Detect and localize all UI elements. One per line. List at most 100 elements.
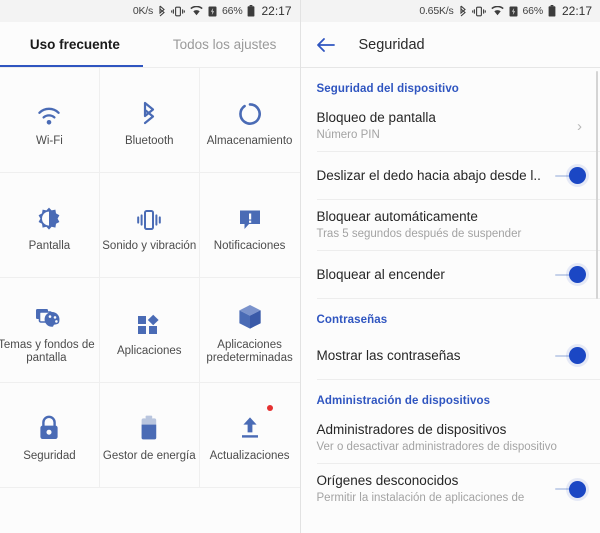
tab-active-indicator (0, 64, 143, 67)
row-deslizar-el-dedo[interactable]: Deslizar el dedo hacia abajo desde l.. (301, 152, 600, 199)
battery-percent-label: 66% (522, 5, 544, 17)
security-settings-panel: 0.65K/s 66% 22:17 Seguridad Seguridad de… (300, 0, 600, 533)
status-bar-left: 0K/s 66% 22:17 (0, 0, 300, 22)
battery-icon (548, 5, 556, 17)
switch-knob (569, 266, 586, 283)
storage-icon (238, 92, 262, 126)
sim-icon (509, 6, 518, 17)
row-texts: Bloquear automáticamente Tras 5 segundos… (317, 200, 522, 250)
grid-item-label: Bluetooth (124, 135, 174, 147)
toggle-switch-deslizar[interactable] (545, 167, 586, 184)
row-bloqueo-de-pantalla[interactable]: Bloqueo de pantalla Número PIN › (301, 101, 600, 151)
vibrate-icon (471, 6, 486, 17)
apps-icon (137, 302, 161, 336)
row-administradores-de-dispositivos[interactable]: Administradores de dispositivos Ver o de… (301, 413, 600, 463)
row-title: Bloquear automáticamente (316, 209, 478, 224)
grid-item-label: Aplicaciones predeterminadas (206, 338, 293, 364)
bluetooth-icon (459, 5, 467, 17)
grid-item-label: Actualizaciones (209, 450, 290, 462)
list-scrollbar[interactable] (596, 71, 598, 299)
app-bar: Seguridad (300, 22, 600, 67)
update-icon (237, 405, 273, 441)
switch-knob (569, 167, 586, 184)
row-title: Orígenes desconocidos (316, 473, 459, 488)
row-mostrar-las-contrasenas[interactable]: Mostrar las contraseñas (301, 332, 600, 379)
wifi-icon (490, 6, 504, 16)
back-arrow-icon[interactable] (315, 34, 337, 56)
grid-item-gestor-de-energia[interactable]: Gestor de energía (99, 383, 200, 488)
chevron-right-icon: › (577, 117, 582, 135)
bluetooth-icon (158, 5, 166, 17)
grid-item-seguridad[interactable]: Seguridad (0, 383, 100, 488)
wifi-icon (190, 6, 203, 16)
brightness-icon (37, 197, 61, 231)
security-settings-list[interactable]: Seguridad del dispositivo Bloqueo de pan… (300, 68, 600, 533)
grid-item-label: Sonido y vibración (102, 240, 197, 252)
settings-home-panel: 0K/s 66% 22:17 Uso frecuente Todos los a… (0, 0, 301, 533)
row-bloquear-automaticamente[interactable]: Bloquear automáticamente Tras 5 segundos… (301, 200, 600, 250)
page-title: Seguridad (358, 36, 425, 53)
box-icon (238, 296, 262, 330)
grid-item-label: Temas y fondos de pantalla (0, 338, 95, 364)
grid-item-label: Notificaciones (213, 240, 286, 252)
clock-label: 22:17 (561, 4, 592, 18)
battery-percent-label: 66% (222, 5, 243, 17)
row-texts: Mostrar las contraseñas (317, 339, 461, 372)
grid-item-label: Almacenamiento (206, 135, 293, 147)
row-texts: Orígenes desconocidos Permitir la instal… (317, 464, 525, 514)
grid-item-label: Gestor de energía (102, 450, 196, 462)
row-title: Mostrar las contraseñas (316, 348, 461, 363)
grid-item-notificaciones[interactable]: Notificaciones (199, 173, 300, 278)
grid-item-almacenamiento[interactable]: Almacenamiento (199, 68, 300, 173)
grid-item-aplicaciones[interactable]: Aplicaciones (99, 278, 200, 383)
grid-item-actualizaciones[interactable]: Actualizaciones (199, 383, 300, 488)
row-origenes-desconocidos[interactable]: Orígenes desconocidos Permitir la instal… (301, 464, 600, 514)
network-speed-label: 0K/s (132, 5, 154, 17)
section-header-administracion-dispositivos: Administración de dispositivos (316, 395, 491, 407)
grid-item-temas-y-fondos[interactable]: Temas y fondos de pantalla (0, 278, 100, 383)
sim-icon (208, 6, 217, 17)
update-badge-dot (266, 405, 273, 411)
dual-screenshot: 0K/s 66% 22:17 Uso frecuente Todos los a… (0, 0, 600, 533)
tab-uso-frecuente[interactable]: Uso frecuente (0, 22, 150, 67)
toggle-switch-bloquear-al-encender[interactable] (545, 266, 586, 283)
grid-item-sonido-y-vibracion[interactable]: Sonido y vibración (99, 173, 200, 278)
row-texts: Deslizar el dedo hacia abajo desde l.. (317, 159, 541, 192)
toggle-switch-origenes-desconocidos[interactable] (545, 480, 586, 498)
section-header-seguridad-dispositivo: Seguridad del dispositivo (316, 83, 459, 95)
row-title: Bloqueo de pantalla (316, 110, 436, 125)
row-subtitle: Ver o desactivar administradores de disp… (316, 441, 557, 453)
tab-todos-los-ajustes[interactable]: Todos los ajustes (150, 22, 300, 67)
network-speed-label: 0.65K/s (419, 5, 454, 17)
notification-icon (238, 197, 262, 231)
row-texts: Bloqueo de pantalla Número PIN (317, 101, 436, 151)
row-bloquear-al-encender[interactable]: Bloquear al encender (301, 251, 600, 298)
row-texts: Administradores de dispositivos Ver o de… (317, 413, 557, 463)
toggle-switch-mostrar-contrasenas[interactable] (545, 347, 586, 364)
row-subtitle: Tras 5 segundos después de suspender (316, 228, 522, 240)
row-title: Deslizar el dedo hacia abajo desde l.. (316, 168, 541, 183)
switch-knob (569, 480, 586, 498)
status-bar-right: 0.65K/s 66% 22:17 (300, 0, 600, 22)
vibrate-icon (134, 197, 164, 231)
grid-item-wifi[interactable]: Wi-Fi (0, 68, 100, 173)
grid-item-bluetooth[interactable]: Bluetooth (99, 68, 200, 173)
theme-icon (35, 296, 63, 330)
grid-item-label: Pantalla (28, 240, 71, 252)
vibrate-icon (171, 6, 185, 17)
grid-item-aplicaciones-predeterminadas[interactable]: Aplicaciones predeterminadas (199, 278, 300, 383)
grid-item-pantalla[interactable]: Pantalla (0, 173, 100, 278)
battery-icon (247, 5, 255, 17)
row-subtitle: Número PIN (316, 129, 380, 141)
switch-knob (569, 347, 586, 364)
settings-grid: Wi-Fi Bluetooth Almacenamiento Pantalla (0, 68, 300, 488)
wifi-icon (36, 92, 62, 126)
row-subtitle: Permitir la instalación de aplicaciones … (316, 492, 525, 504)
clock-label: 22:17 (261, 4, 292, 18)
row-title: Administradores de dispositivos (316, 422, 507, 437)
grid-item-label: Wi-Fi (36, 135, 63, 147)
lock-icon (38, 407, 60, 441)
section-header-contrasenas: Contraseñas (316, 314, 388, 326)
battery-icon (140, 407, 158, 441)
row-texts: Bloquear al encender (317, 258, 445, 291)
